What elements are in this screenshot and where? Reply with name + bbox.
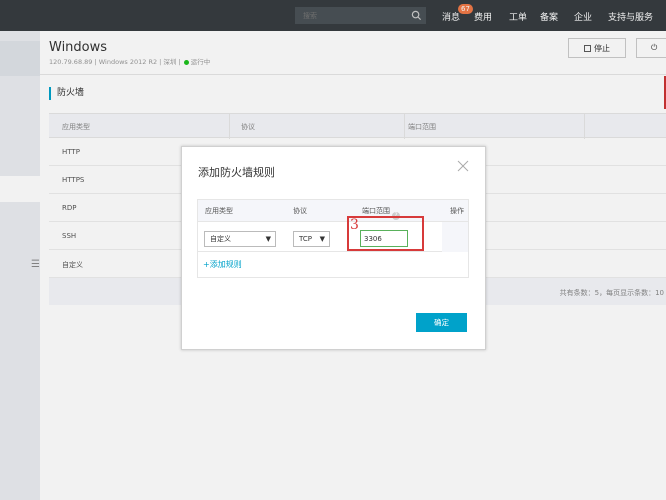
add-firewall-rule-dialog: 添加防火墙规则 应用类型 协议 端口范围? 操作 自定义 ▼ TCP ▼ +添加… [181,146,486,350]
annotation-step-number: 3 [350,217,359,233]
app-type-value: 自定义 [210,235,231,243]
rule-col-ops: 操作 [450,207,464,215]
dropdown-caret-icon: ▼ [265,235,271,243]
protocol-select[interactable]: TCP ▼ [293,231,330,247]
rule-col-port: 端口范围? [362,206,400,220]
rule-col-port-label: 端口范围 [362,207,390,215]
app-type-select[interactable]: 自定义 ▼ [204,231,276,247]
protocol-value: TCP [299,235,312,243]
close-icon[interactable] [457,160,469,172]
dropdown-caret-icon: ▼ [319,235,325,243]
rule-table-header: 应用类型 协议 端口范围? 操作 [198,200,468,222]
add-rule-link[interactable]: +添加规则 [203,259,242,270]
dialog-title: 添加防火墙规则 [198,166,275,179]
ops-cell [442,222,468,252]
rule-col-type: 应用类型 [205,207,233,215]
rule-row: 自定义 ▼ TCP ▼ [198,222,468,252]
confirm-button[interactable]: 确定 [416,313,467,332]
rule-table: 应用类型 协议 端口范围? 操作 自定义 ▼ TCP ▼ +添加规则 [197,199,469,278]
rule-col-protocol: 协议 [293,207,307,215]
